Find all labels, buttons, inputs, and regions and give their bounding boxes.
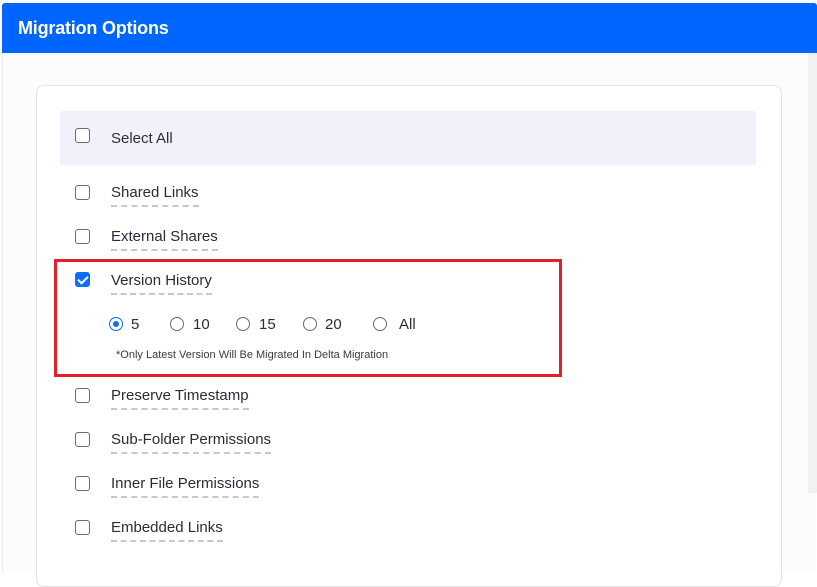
version-radio-all[interactable] — [373, 317, 387, 331]
version-radio-15[interactable] — [236, 317, 250, 331]
page-title: Migration Options — [18, 18, 169, 38]
version-history-label: Version History — [111, 272, 212, 295]
version-radio-20[interactable] — [303, 317, 317, 331]
version-radio-15-label: 15 — [259, 316, 276, 333]
version-radio-5-label: 5 — [131, 316, 140, 333]
preserve-timestamp-checkbox[interactable] — [75, 388, 90, 403]
version-radio-10-label: 10 — [193, 316, 210, 333]
shared-links-label: Shared Links — [111, 184, 199, 207]
sub-folder-permissions-label: Sub-Folder Permissions — [111, 431, 272, 454]
preserve-timestamp-label: Preserve Timestamp — [111, 387, 249, 410]
select-all-checkbox[interactable] — [75, 128, 90, 143]
inner-file-permissions-label: Inner File Permissions — [111, 475, 260, 498]
migration-options-header: Migration Options — [2, 3, 817, 53]
version-radio-5[interactable] — [109, 317, 123, 331]
external-shares-checkbox[interactable] — [75, 229, 90, 244]
version-history-checkbox[interactable] — [75, 272, 90, 287]
inner-file-permissions-checkbox[interactable] — [75, 476, 90, 491]
sub-folder-permissions-checkbox[interactable] — [75, 432, 90, 447]
external-shares-label: External Shares — [111, 228, 218, 251]
scrollbar[interactable] — [808, 53, 817, 493]
embedded-links-label: Embedded Links — [111, 519, 223, 542]
select-all-label: Select All — [111, 130, 173, 147]
delta-migration-note: *Only Latest Version Will Be Migrated In… — [116, 349, 389, 361]
embedded-links-checkbox[interactable] — [75, 520, 90, 535]
version-radio-20-label: 20 — [325, 316, 342, 333]
version-radio-all-label: All — [399, 316, 416, 333]
shared-links-checkbox[interactable] — [75, 185, 90, 200]
version-radio-10[interactable] — [170, 317, 184, 331]
